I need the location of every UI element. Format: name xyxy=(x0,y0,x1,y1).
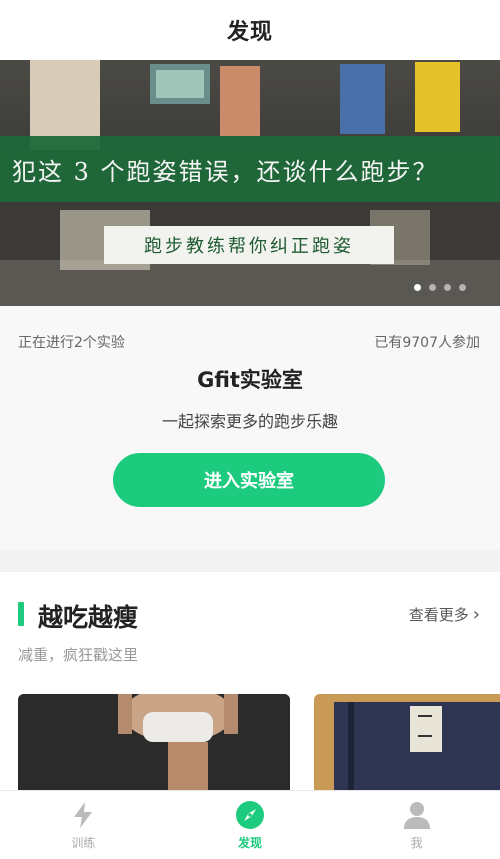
section-description: 减重，疯狂戳这里 xyxy=(18,646,139,664)
banner-subline: 跑步教练帮你纠正跑姿 xyxy=(144,236,354,257)
banner-subline-box: 跑步教练帮你纠正跑姿 xyxy=(104,226,394,264)
notebook-photo xyxy=(314,694,500,794)
tab-label: 训练 xyxy=(71,835,96,850)
carousel-dot[interactable] xyxy=(444,284,451,291)
compass-icon xyxy=(236,800,264,829)
promo-banner[interactable]: 犯这 3 个跑姿错误，还谈什么跑步？ 跑步教练帮你纠正跑姿 xyxy=(0,60,500,306)
participant-count: 已有9707人参加 xyxy=(374,335,480,351)
top-nav-bar: 发现 xyxy=(0,0,500,60)
tab-me[interactable]: 我 xyxy=(333,791,500,859)
article-card[interactable] xyxy=(314,694,500,794)
carousel-dot[interactable] xyxy=(429,284,436,291)
enter-lab-button[interactable]: 进入实验室 xyxy=(113,453,385,507)
chevron-right-icon: › xyxy=(472,604,480,625)
carousel-indicator xyxy=(414,284,466,291)
see-more-link[interactable]: 查看更多 › xyxy=(409,604,480,625)
tab-discover[interactable]: 发现 xyxy=(167,791,334,859)
see-more-label: 查看更多 xyxy=(408,606,469,624)
carousel-dot[interactable] xyxy=(414,284,421,291)
lab-title: Gfit实验室 xyxy=(197,368,303,392)
fitness-photo xyxy=(18,694,290,794)
banner-headline: 犯这 3 个跑姿错误，还谈什么跑步？ xyxy=(12,157,439,186)
lab-subtitle: 一起探索更多的跑步乐趣 xyxy=(161,412,338,431)
tab-label: 我 xyxy=(410,835,423,850)
page-title: 发现 xyxy=(226,20,273,45)
section-header: 越吃越瘦 查看更多 › 减重，疯狂戳这里 xyxy=(0,572,500,692)
running-experiments: 正在进行2个实验 xyxy=(18,335,125,351)
lab-card: 正在进行2个实验 已有9707人参加 Gfit实验室 一起探索更多的跑步乐趣 进… xyxy=(0,306,500,550)
section-divider xyxy=(0,550,500,572)
section-accent-bar xyxy=(18,602,24,626)
tab-label: 发现 xyxy=(238,835,263,850)
article-card[interactable] xyxy=(18,694,290,794)
lightning-icon xyxy=(74,801,93,828)
section-title: 越吃越瘦 xyxy=(38,603,139,632)
banner-headline-strip: 犯这 3 个跑姿错误，还谈什么跑步？ xyxy=(0,136,500,202)
carousel-dot[interactable] xyxy=(459,284,466,291)
person-icon xyxy=(403,801,430,829)
bottom-tab-bar: 训练 发现 我 xyxy=(0,790,500,859)
tab-training[interactable]: 训练 xyxy=(0,791,167,859)
